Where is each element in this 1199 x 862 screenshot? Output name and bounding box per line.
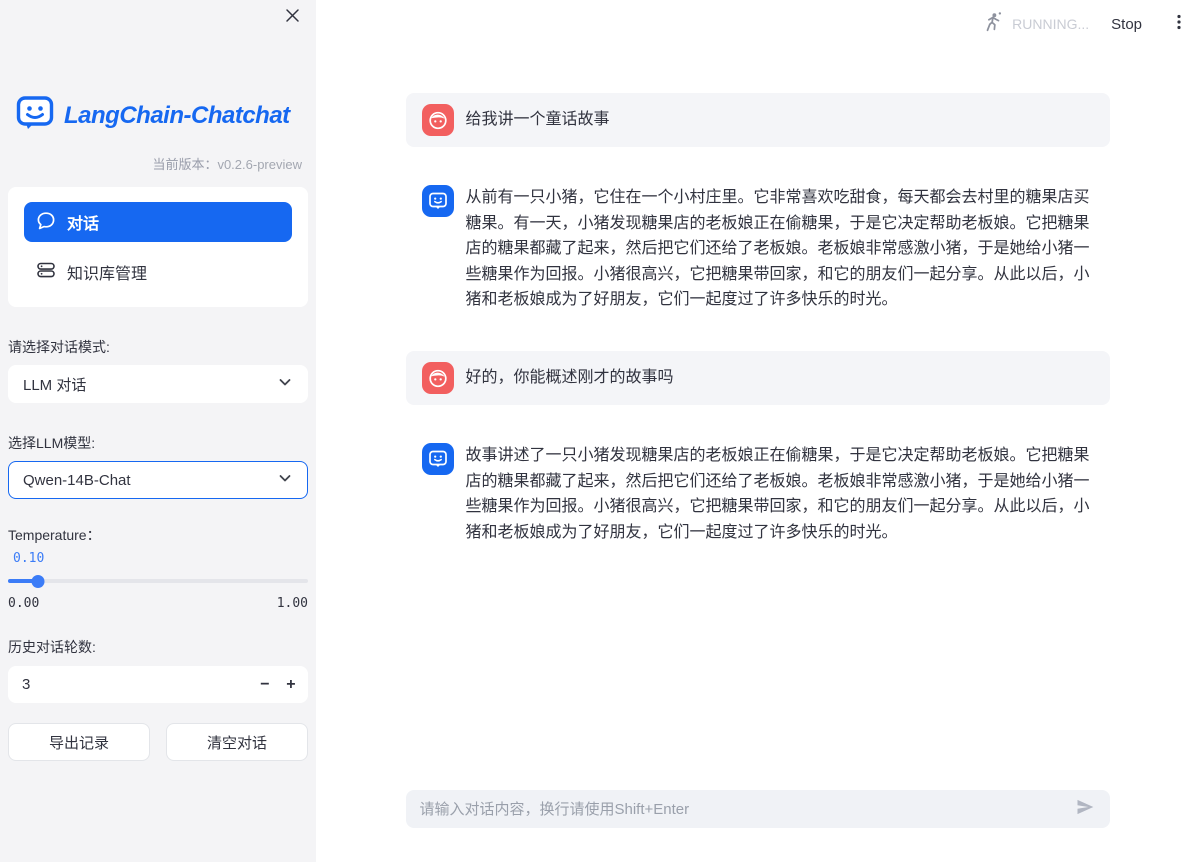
slider-min: 0.00 [8,596,39,611]
history-rounds-label: 历史对话轮数: [8,637,308,657]
nav-menu-card: 对话 知识库管理 [8,187,308,307]
app-logo: LangChain-Chatchat [0,93,316,138]
running-status: RUNNING... [1012,16,1089,32]
dialog-mode-label: 请选择对话模式: [8,337,308,357]
llm-model-select[interactable]: Qwen-14B-Chat [8,461,308,499]
chat-input-row [316,790,1199,828]
llm-model-value: Qwen-14B-Chat [23,472,131,489]
chevron-down-icon [277,470,293,490]
menu-item-knowledge-base[interactable]: 知识库管理 [24,252,292,292]
send-icon [1075,797,1095,822]
sidebar-header [0,0,316,36]
user-avatar [422,104,454,136]
sidebar-actions: 导出记录 清空对话 [8,723,308,761]
send-button[interactable] [1072,796,1098,822]
clear-dialogue-button[interactable]: 清空对话 [166,723,308,761]
assistant-message: 故事讲述了一只小猪发现糖果店的老板娘正在偷糖果，于是它决定帮助老板娘。它把糖果店… [406,433,1110,555]
menu-item-label: 对话 [67,210,99,234]
chat-input[interactable] [420,801,1072,818]
slider-track[interactable] [8,579,308,583]
kebab-menu-icon [1170,13,1188,36]
user-message: 给我讲一个童话故事 [406,93,1110,147]
message-text: 故事讲述了一只小猪发现糖果店的老板娘正在偷糖果，于是它决定帮助老板娘。它把糖果店… [466,443,1102,545]
main-menu-button[interactable] [1168,13,1190,35]
chat-bubble-icon [36,210,56,235]
chatchat-logo-icon [15,93,55,138]
temperature-value: 0.10 [13,551,316,566]
close-sidebar-button[interactable] [281,7,303,29]
version-value: v0.2.6-preview [217,157,302,172]
server-icon [36,260,56,285]
decrement-button[interactable]: − [252,668,278,701]
status-bar: RUNNING... Stop [316,0,1199,48]
message-text: 好的，你能概述刚才的故事吗 [466,365,674,391]
message-text: 从前有一只小猪，它住在一个小村庄里。它非常喜欢吃甜食，每天都会去村里的糖果店买糖… [466,185,1102,313]
history-rounds-field[interactable] [8,676,252,693]
history-rounds-input: − + [8,666,308,703]
assistant-message: 从前有一只小猪，它住在一个小村庄里。它非常喜欢吃甜食，每天都会去村里的糖果店买糖… [406,175,1110,323]
sidebar: LangChain-Chatchat 当前版本：v0.2.6-preview 对… [0,0,316,862]
dialog-mode-value: LLM 对话 [23,374,86,395]
temperature-slider[interactable] [8,574,308,588]
menu-item-label: 知识库管理 [67,260,147,284]
app-title: LangChain-Chatchat [64,102,290,130]
dialog-mode-select[interactable]: LLM 对话 [8,365,308,403]
close-icon [285,8,300,28]
temperature-label: Temperature： [8,525,308,545]
message-text: 给我讲一个童话故事 [466,107,610,133]
chat-area: 给我讲一个童话故事 从前有一只小猪，它住在一个小村庄里。它非常喜欢吃甜食，每天都… [316,48,1199,790]
assistant-avatar [422,443,454,475]
llm-model-label: 选择LLM模型: [8,433,308,453]
running-man-icon [982,11,1004,38]
user-message: 好的，你能概述刚才的故事吗 [406,351,1110,405]
version-label: 当前版本： [152,157,217,172]
menu-item-dialogue[interactable]: 对话 [24,202,292,242]
slider-thumb[interactable] [32,575,45,588]
user-avatar [422,362,454,394]
stop-button[interactable]: Stop [1111,16,1142,33]
version-info: 当前版本：v0.2.6-preview [0,154,316,173]
slider-max: 1.00 [277,596,308,611]
chat-input-container [406,790,1110,828]
assistant-avatar [422,185,454,217]
chevron-down-icon [277,374,293,394]
increment-button[interactable]: + [278,668,304,701]
export-history-button[interactable]: 导出记录 [8,723,150,761]
chat-column: 给我讲一个童话故事 从前有一只小猪，它住在一个小村庄里。它非常喜欢吃甜食，每天都… [406,48,1110,790]
slider-range: 0.00 1.00 [8,596,308,611]
